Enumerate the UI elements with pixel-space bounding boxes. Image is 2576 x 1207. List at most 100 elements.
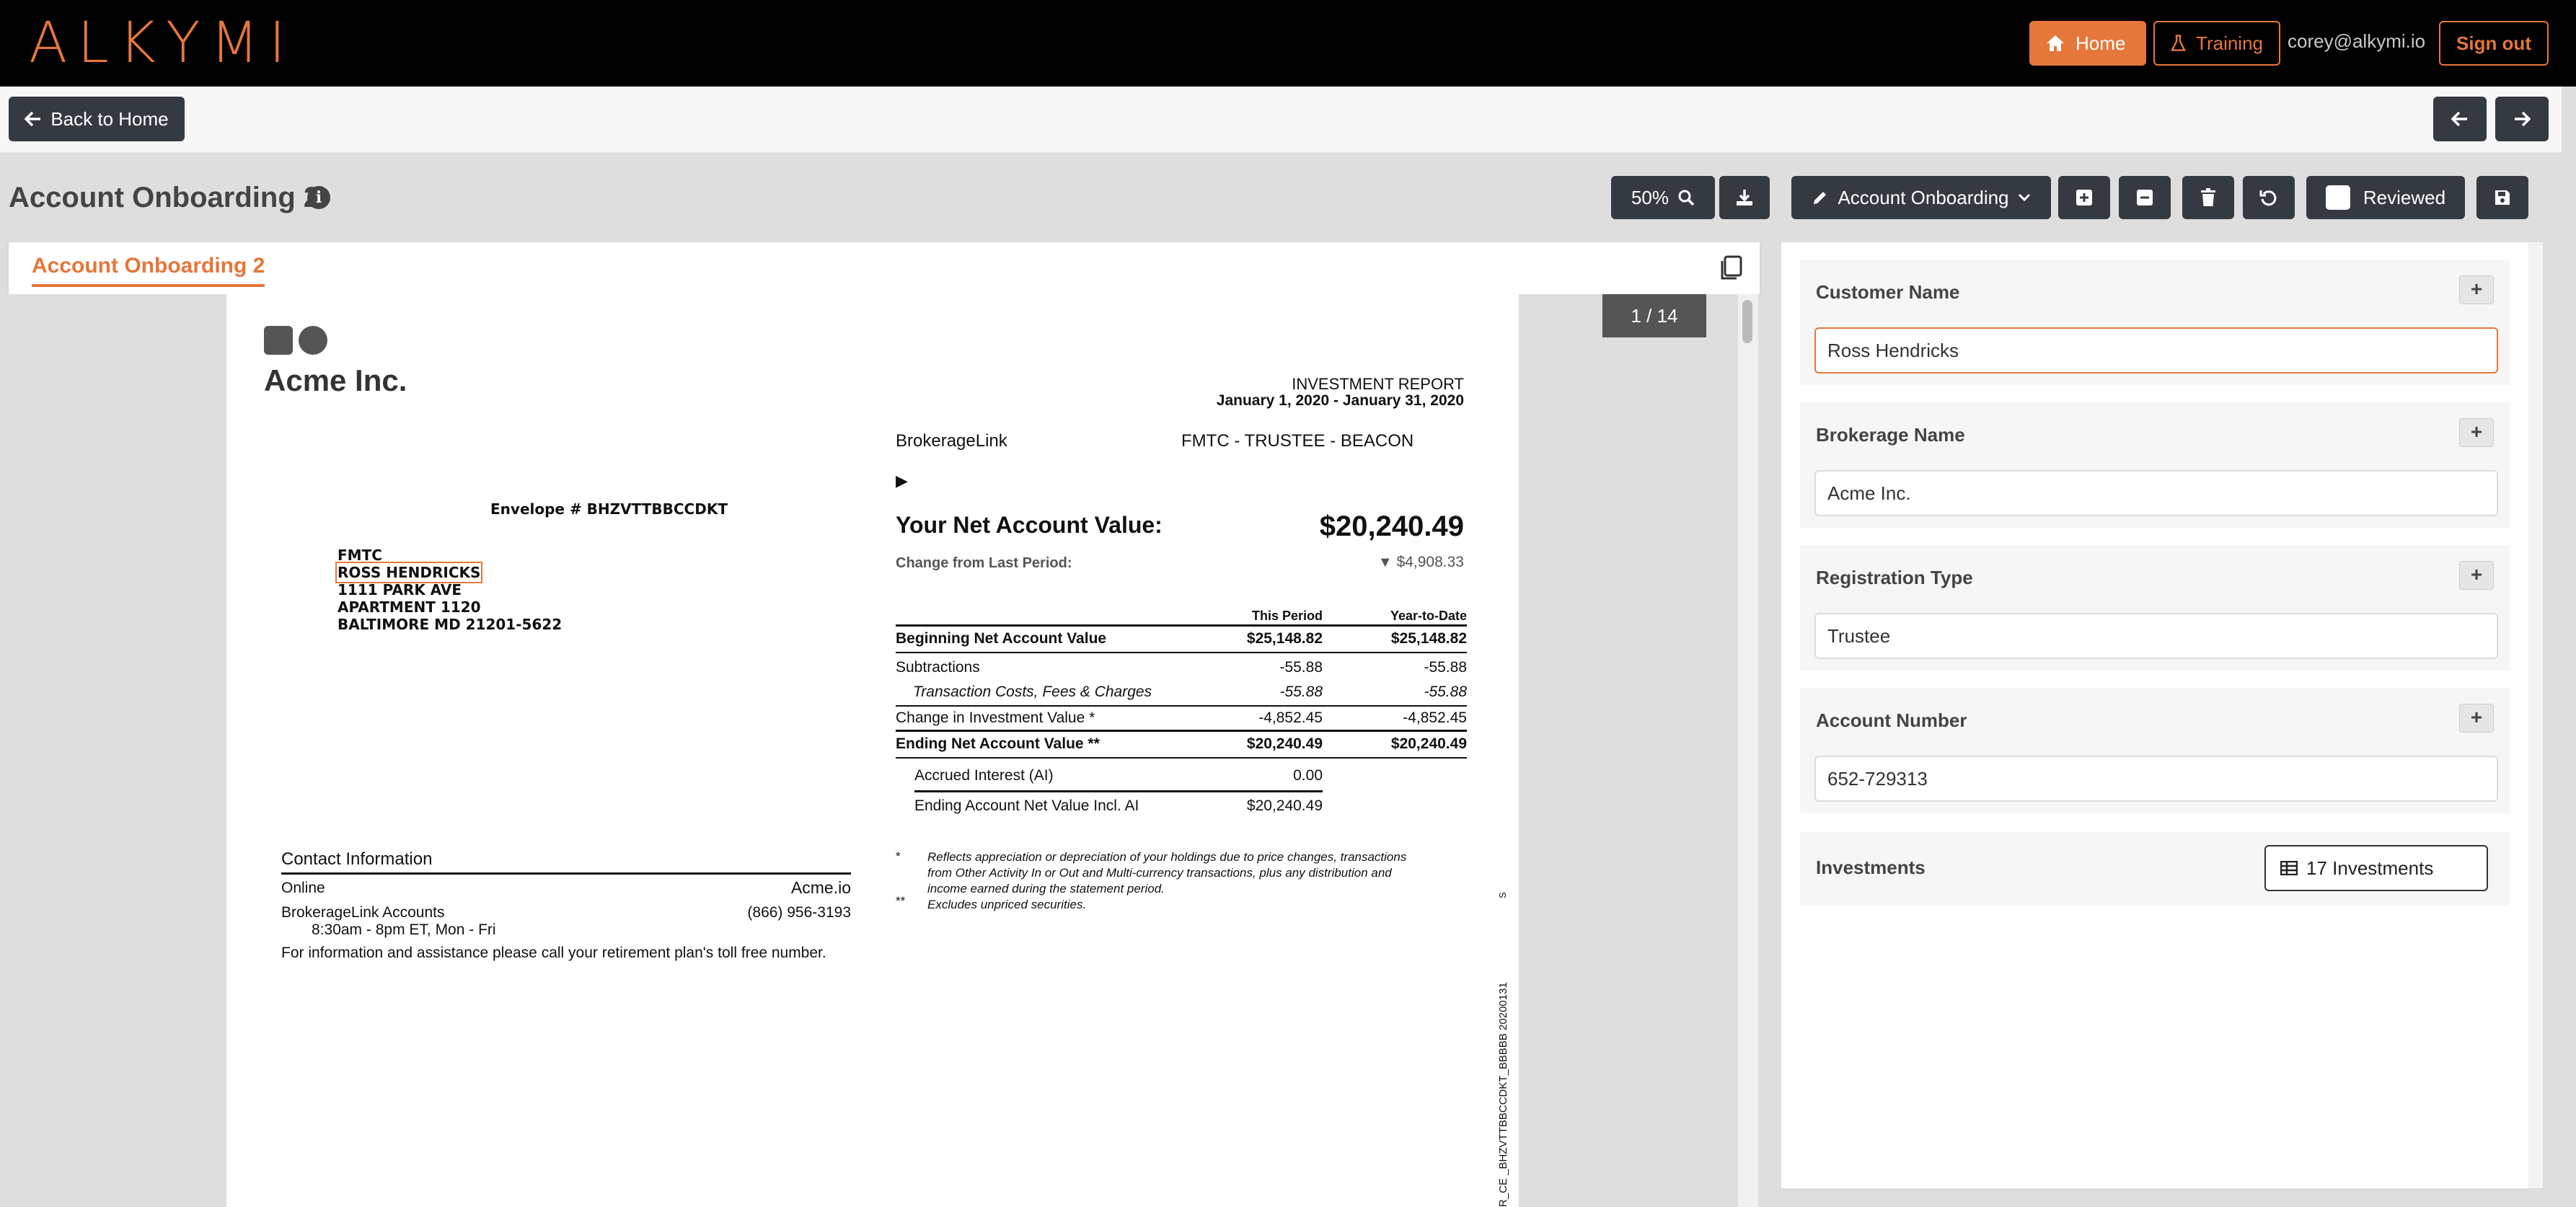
report-title: INVESTMENT REPORT bbox=[1292, 375, 1464, 394]
address-line: BALTIMORE MD 21201-5622 bbox=[338, 616, 562, 633]
field-label: Registration Type bbox=[1816, 567, 1973, 589]
field-label: Brokerage Name bbox=[1816, 424, 1965, 446]
back-label: Back to Home bbox=[50, 108, 168, 131]
page-title: Account Onboarding 2 bbox=[9, 182, 319, 214]
back-to-home-button[interactable]: Back to Home bbox=[9, 97, 185, 141]
user-email: corey@alkymi.io bbox=[2288, 30, 2425, 53]
undo-button[interactable] bbox=[2243, 176, 2295, 219]
table-icon bbox=[2280, 861, 2298, 875]
sign-out-label: Sign out bbox=[2456, 32, 2531, 55]
footnote-2: Excludes unpriced securities. bbox=[927, 897, 1406, 913]
chevron-down-icon bbox=[2018, 193, 2031, 202]
alkymi-logo[interactable]: ALKYMI bbox=[29, 14, 296, 72]
company-logo-square bbox=[264, 326, 293, 355]
search-icon bbox=[1677, 189, 1695, 206]
download-button[interactable] bbox=[1719, 176, 1770, 219]
arrow-right-icon bbox=[2513, 111, 2531, 127]
net-value: $20,240.49 bbox=[1320, 510, 1464, 543]
document-viewport[interactable]: Acme Inc. INVESTMENT REPORT January 1, 2… bbox=[0, 294, 1738, 1207]
field-account-number: Account Number + bbox=[1800, 688, 2510, 813]
registration-type-input[interactable] bbox=[1814, 613, 2498, 659]
row-label: Ending Net Account Value ** bbox=[896, 735, 1100, 753]
change-value: $4,908.33 bbox=[1397, 554, 1464, 570]
row-label: Subtractions bbox=[896, 659, 980, 676]
row-ytd: -55.88 bbox=[1366, 659, 1467, 676]
logo-text: ALKYMI bbox=[29, 11, 296, 76]
table-rule bbox=[896, 624, 1467, 627]
envelope-number: Envelope # BHZVTTBBCCDKT bbox=[490, 500, 728, 518]
scrollbar-thumb[interactable] bbox=[1742, 300, 1752, 343]
ending-ai-label: Ending Account Net Value Incl. AI bbox=[914, 797, 1139, 815]
next-document-button[interactable] bbox=[2495, 97, 2549, 141]
home-button[interactable]: Home bbox=[2029, 21, 2146, 66]
reviewed-label: Reviewed bbox=[2363, 187, 2445, 209]
field-customer-name: Customer Name + bbox=[1800, 260, 2510, 385]
minus-square-icon bbox=[2136, 189, 2153, 206]
account-number-input[interactable] bbox=[1814, 756, 2498, 802]
arrow-left-icon bbox=[25, 111, 42, 127]
plan-name: BrokerageLink bbox=[896, 431, 1007, 451]
remove-page-button[interactable] bbox=[2119, 176, 2171, 219]
investments-table-button[interactable]: 17 Investments bbox=[2264, 845, 2488, 891]
add-value-button[interactable]: + bbox=[2459, 704, 2494, 733]
company-logo-circle bbox=[299, 326, 327, 355]
model-select-dropdown[interactable]: Account Onboarding bbox=[1791, 176, 2051, 219]
footnote-line: income earned during the statement perio… bbox=[927, 881, 1406, 897]
brokerage-name-input[interactable] bbox=[1814, 470, 2498, 516]
table-rule bbox=[896, 757, 1467, 759]
training-button[interactable]: Training bbox=[2153, 21, 2280, 66]
row-period: -55.88 bbox=[1222, 659, 1323, 676]
model-select-label: Account Onboarding bbox=[1838, 187, 2008, 209]
add-value-button[interactable]: + bbox=[2459, 418, 2494, 447]
document-scrollbar[interactable] bbox=[1738, 294, 1758, 1207]
down-triangle-icon: ▼ bbox=[1378, 554, 1393, 570]
row-period: $25,148.82 bbox=[1222, 630, 1323, 647]
save-button[interactable] bbox=[2476, 176, 2528, 219]
home-icon bbox=[2045, 34, 2065, 53]
contact-rule bbox=[281, 872, 851, 875]
info-icon[interactable]: i bbox=[307, 186, 330, 209]
row-label: Change in Investment Value * bbox=[896, 709, 1095, 727]
undo-icon bbox=[2259, 188, 2278, 207]
accrued-value: 0.00 bbox=[1222, 767, 1323, 784]
trash-icon bbox=[2200, 188, 2216, 207]
reviewed-toggle[interactable]: Reviewed bbox=[2306, 176, 2465, 219]
row-ytd: -55.88 bbox=[1366, 684, 1467, 701]
report-period: January 1, 2020 - January 31, 2020 bbox=[1217, 392, 1464, 410]
contact-online-label: Online bbox=[281, 880, 325, 897]
address-name: ROSS HENDRICKS bbox=[338, 564, 480, 581]
copy-icon[interactable] bbox=[1716, 254, 1745, 283]
sign-out-button[interactable]: Sign out bbox=[2439, 21, 2549, 66]
side-code: R_CE _BHZVTTBBCCDKT_BBBBB 20200131 bbox=[1497, 982, 1509, 1207]
tab-account-onboarding-2[interactable]: Account Onboarding 2 bbox=[32, 254, 265, 287]
row-ytd: $20,240.49 bbox=[1366, 735, 1467, 753]
row-ytd: -4,852.45 bbox=[1366, 709, 1467, 727]
plan-trustee: FMTC - TRUSTEE - BEACON bbox=[1181, 431, 1413, 451]
field-label: Investments bbox=[1816, 857, 1926, 879]
add-page-button[interactable] bbox=[2058, 176, 2110, 219]
row-period: -4,852.45 bbox=[1222, 709, 1323, 727]
sub-toolbar: Back to Home bbox=[0, 87, 2562, 153]
contact-hours: 8:30am - 8pm ET, Mon - Fri bbox=[312, 921, 496, 939]
company-name: Acme Inc. bbox=[264, 363, 407, 398]
add-value-button[interactable]: + bbox=[2459, 561, 2494, 590]
row-ytd: $25,148.82 bbox=[1366, 630, 1467, 647]
plus-square-icon bbox=[2076, 189, 2093, 206]
panel-scrollbar[interactable] bbox=[2528, 242, 2543, 1188]
field-label: Customer Name bbox=[1816, 281, 1959, 304]
download-icon bbox=[1735, 188, 1754, 207]
add-value-button[interactable]: + bbox=[2459, 275, 2494, 304]
footnote-line: Reflects appreciation or depreciation of… bbox=[927, 849, 1406, 865]
col-year-to-date: Year-to-Date bbox=[1366, 609, 1467, 624]
delete-button[interactable] bbox=[2182, 176, 2234, 219]
document-tab-bar: Account Onboarding 2 bbox=[9, 242, 1760, 294]
zoom-button[interactable]: 50% bbox=[1611, 176, 1715, 219]
row-label: Beginning Net Account Value bbox=[896, 630, 1106, 647]
reviewed-checkbox[interactable] bbox=[2326, 185, 2350, 210]
row-label: Transaction Costs, Fees & Charges bbox=[913, 684, 1152, 701]
change-label: Change from Last Period: bbox=[896, 555, 1072, 572]
customer-name-input[interactable] bbox=[1814, 327, 2498, 373]
previous-document-button[interactable] bbox=[2433, 97, 2487, 141]
play-marker-icon: ▶ bbox=[896, 472, 908, 490]
investments-count: 17 Investments bbox=[2306, 857, 2433, 880]
